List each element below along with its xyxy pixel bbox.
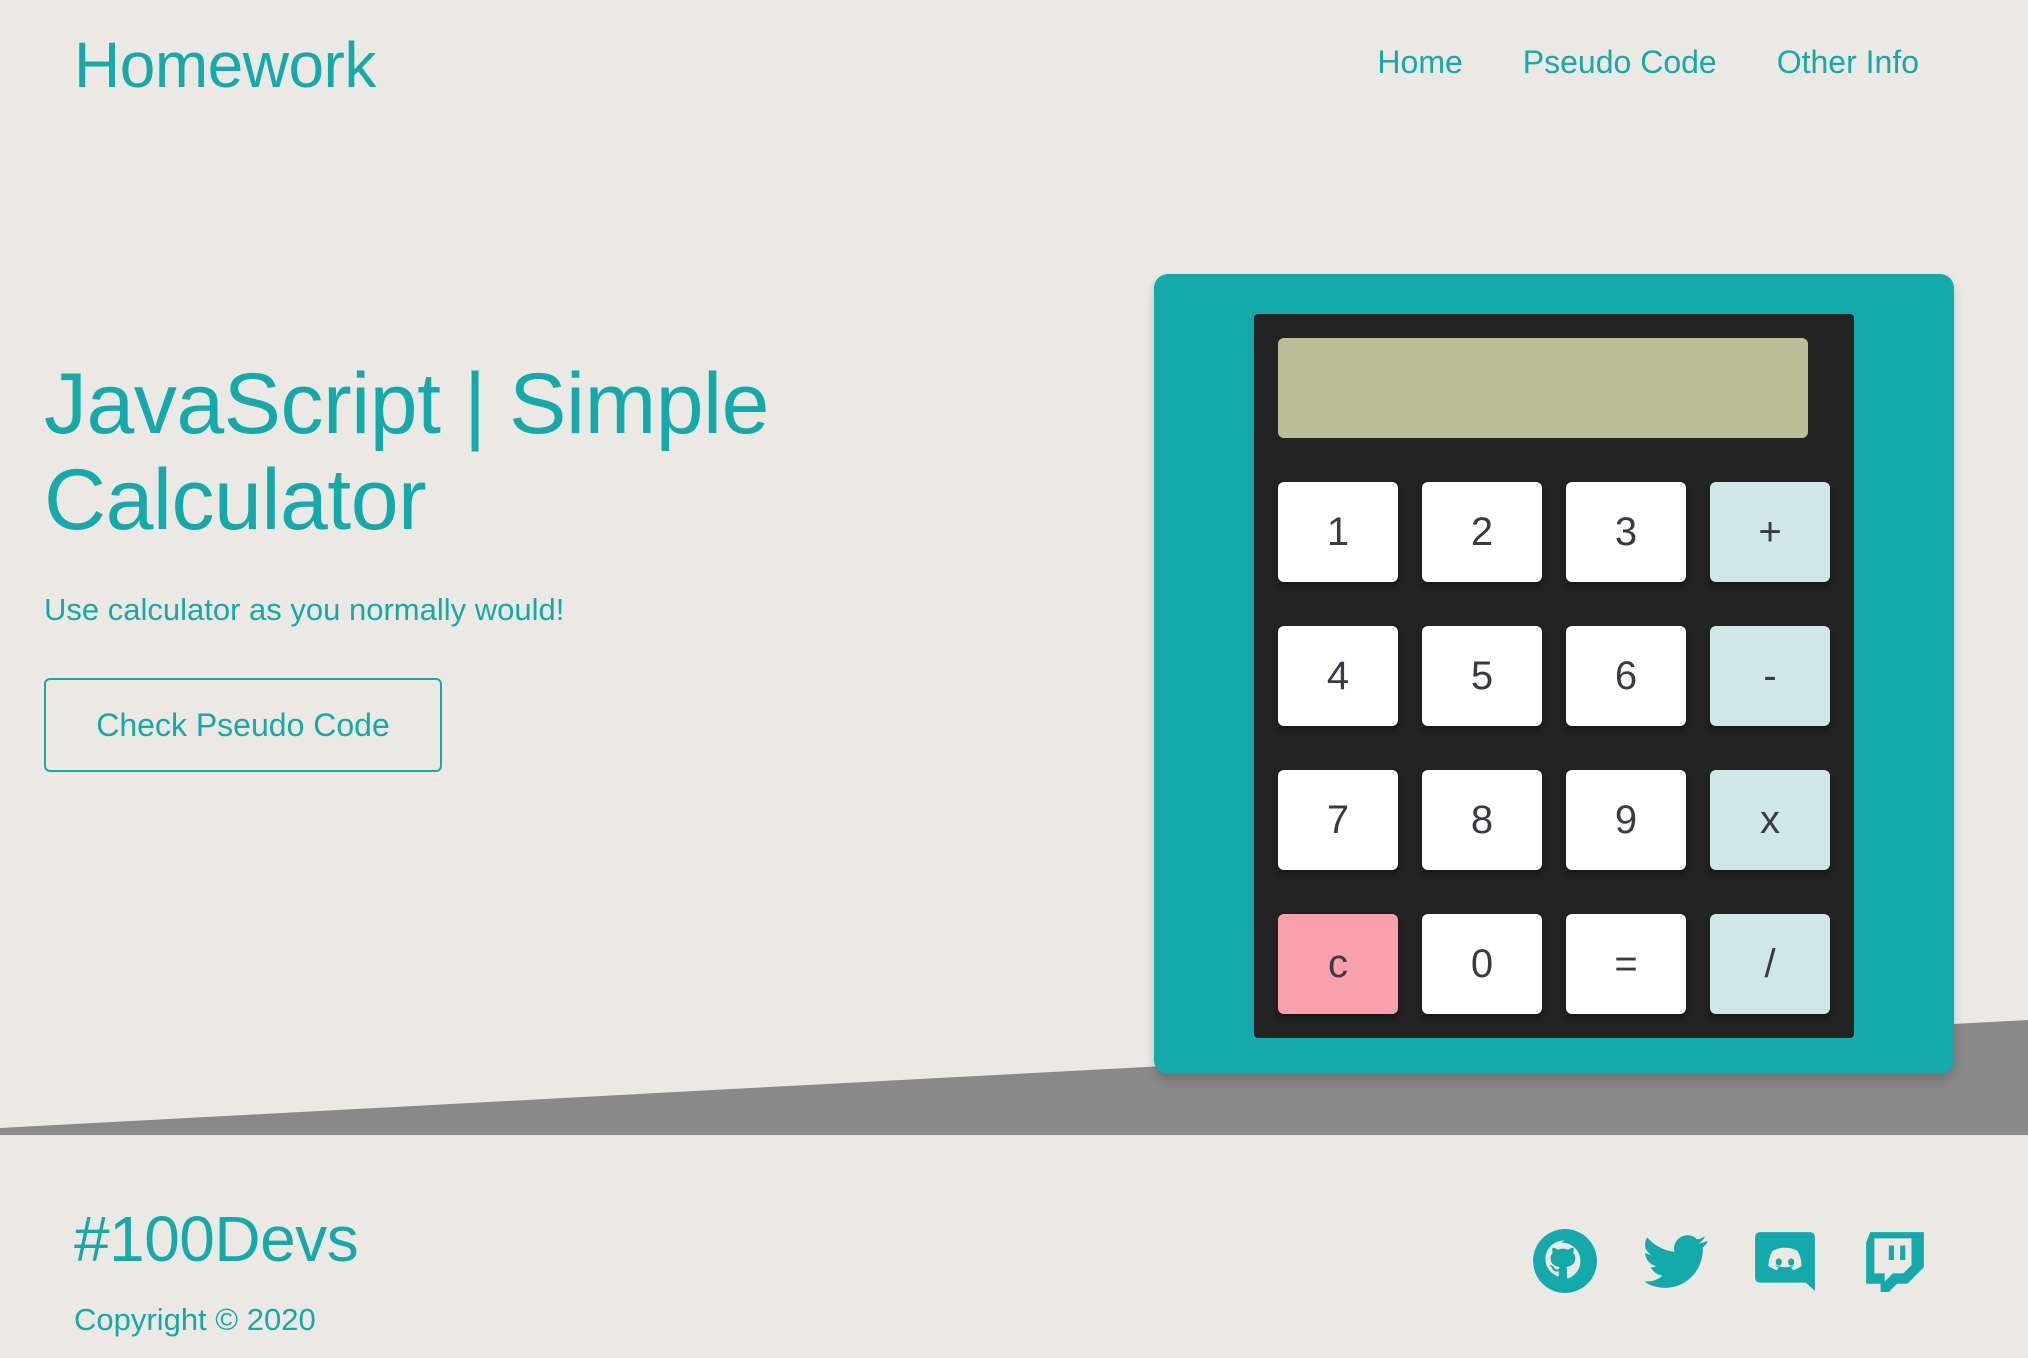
key-2[interactable]: 2 — [1422, 482, 1542, 582]
twitch-link[interactable] — [1860, 1226, 1930, 1296]
key-4[interactable]: 4 — [1278, 626, 1398, 726]
key-6[interactable]: 6 — [1566, 626, 1686, 726]
key-minus[interactable]: - — [1710, 626, 1830, 726]
main-nav: Home Pseudo Code Other Info — [1377, 44, 1919, 81]
twitch-icon — [1866, 1232, 1924, 1292]
key-clear[interactable]: c — [1278, 914, 1398, 1014]
nav-link-other-info[interactable]: Other Info — [1777, 44, 1919, 81]
twitter-icon — [1644, 1235, 1708, 1288]
calculator-panel: 1 2 3 +4 5 6- 7 8 9 x c 0 = / — [1254, 314, 1854, 1038]
twitter-link[interactable] — [1640, 1226, 1710, 1296]
nav-link-home[interactable]: Home — [1377, 44, 1462, 81]
site-header: Homework Home Pseudo Code Other Info — [0, 0, 2028, 130]
hero-title: JavaScript | Simple Calculator — [44, 356, 770, 548]
github-icon — [1533, 1229, 1597, 1293]
site-logo[interactable]: Homework — [74, 28, 376, 102]
check-pseudo-code-button[interactable]: Check Pseudo Code — [44, 678, 442, 772]
key-1[interactable]: 1 — [1278, 482, 1398, 582]
calculator: 1 2 3 +4 5 6- 7 8 9 x c 0 = / — [1154, 274, 1954, 1074]
footer-brand: #100Devs — [74, 1203, 359, 1275]
key-8[interactable]: 8 — [1422, 770, 1542, 870]
copyright-text: Copyright © 2020 — [74, 1302, 316, 1337]
key-7[interactable]: 7 — [1278, 770, 1398, 870]
nav-link-pseudo-code[interactable]: Pseudo Code — [1523, 44, 1717, 81]
key-plus[interactable]: + — [1710, 482, 1830, 582]
discord-link[interactable] — [1750, 1226, 1820, 1296]
key-equals[interactable]: = — [1566, 914, 1686, 1014]
social-links — [1530, 1226, 1930, 1296]
key-divide[interactable]: / — [1710, 914, 1830, 1014]
key-5[interactable]: 5 — [1422, 626, 1542, 726]
key-9[interactable]: 9 — [1566, 770, 1686, 870]
hero-subtitle: Use calculator as you normally would! — [44, 592, 565, 627]
key-3[interactable]: 3 — [1566, 482, 1686, 582]
key-multiply[interactable]: x — [1710, 770, 1830, 870]
calculator-display — [1278, 338, 1808, 438]
discord-icon — [1755, 1232, 1815, 1291]
github-link[interactable] — [1530, 1226, 1600, 1296]
key-0[interactable]: 0 — [1422, 914, 1542, 1014]
